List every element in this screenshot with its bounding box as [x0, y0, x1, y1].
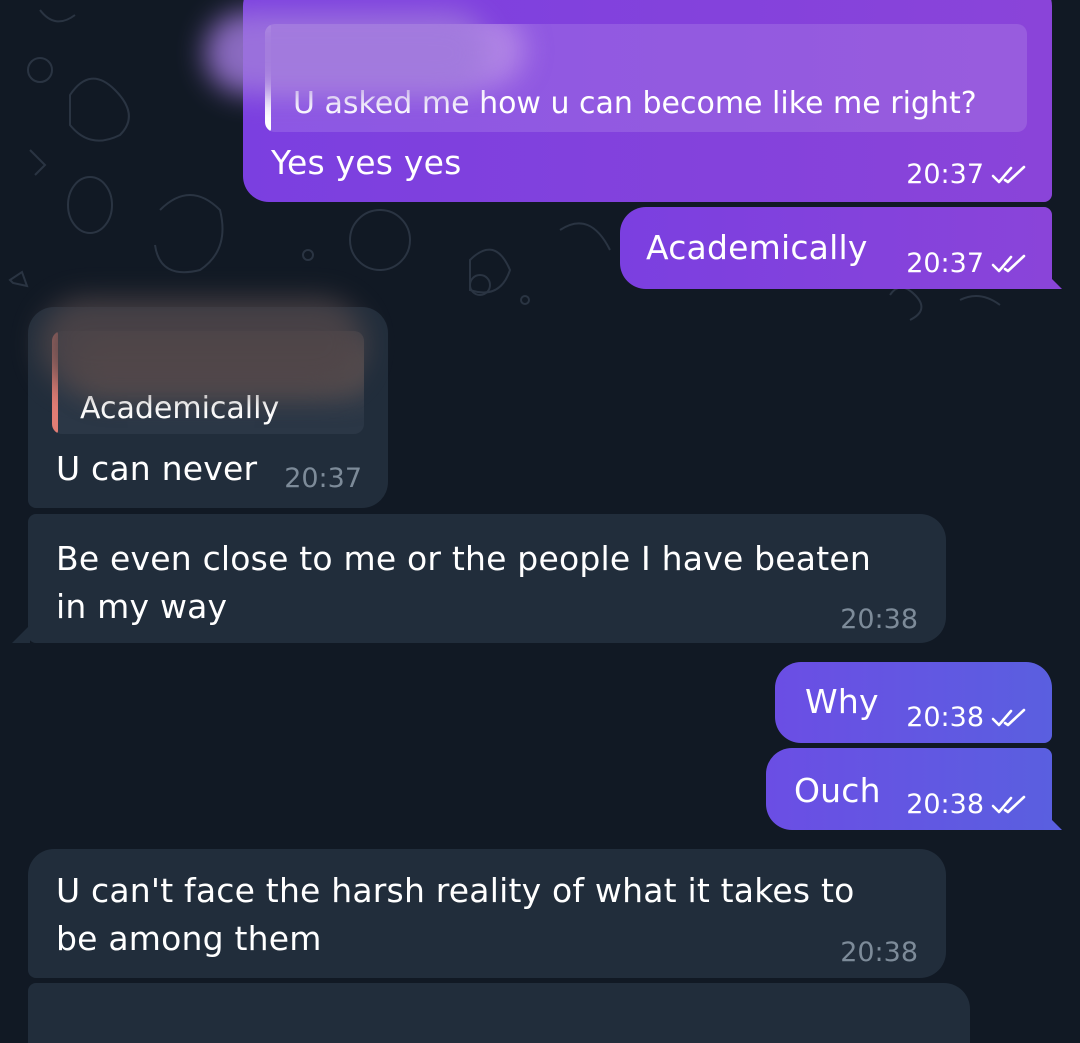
message-time: 20:38: [840, 937, 918, 968]
message-text: Ouch: [794, 771, 881, 810]
message-meta: 20:37: [906, 159, 1030, 190]
incoming-message-bubble[interactable]: Be even close to me or the people I have…: [28, 514, 946, 643]
reply-quote-text: Academically: [80, 391, 280, 426]
outgoing-message-bubble[interactable]: Why 20:38: [775, 662, 1052, 743]
message-meta: 20:38: [906, 789, 1030, 820]
incoming-message-bubble[interactable]: U can't face the harsh reality of what i…: [28, 849, 946, 978]
message-time: 20:38: [906, 789, 984, 820]
message-time: 20:38: [840, 604, 918, 635]
message-text-line: Be even close to me or the people I have…: [56, 539, 871, 578]
message-time: 20:38: [906, 702, 984, 733]
message-time: 20:37: [906, 159, 984, 190]
double-check-icon: [991, 254, 1026, 272]
double-check-icon: [991, 708, 1026, 726]
bubble-tail: [12, 625, 30, 643]
message-meta: 20:37: [284, 463, 362, 494]
message-meta: 20:38: [906, 702, 1030, 733]
outgoing-message-bubble[interactable]: Academically 20:37: [620, 207, 1052, 289]
message-meta: 20:38: [840, 604, 918, 635]
message-text-line: be among them: [56, 919, 322, 958]
redacted-overlay: [40, 298, 365, 390]
message-meta: 20:37: [906, 248, 1030, 279]
double-check-icon: [991, 795, 1026, 813]
message-text: Why: [805, 682, 879, 721]
outgoing-message-bubble[interactable]: Ouch 20:38: [766, 748, 1052, 830]
message-text: U can never: [56, 449, 258, 488]
message-text-line: in my way: [56, 587, 228, 626]
double-check-icon: [991, 165, 1026, 183]
message-meta: 20:38: [840, 937, 918, 968]
redacted-overlay: [205, 12, 490, 94]
message-time: 20:37: [906, 248, 984, 279]
message-text: Academically: [646, 228, 868, 267]
message-text: Yes yes yes: [271, 143, 462, 182]
message-time: 20:37: [284, 463, 362, 494]
incoming-message-bubble-partial[interactable]: [28, 983, 970, 1043]
message-text-line: U can't face the harsh reality of what i…: [56, 871, 855, 910]
bubble-tail: [1044, 812, 1062, 830]
